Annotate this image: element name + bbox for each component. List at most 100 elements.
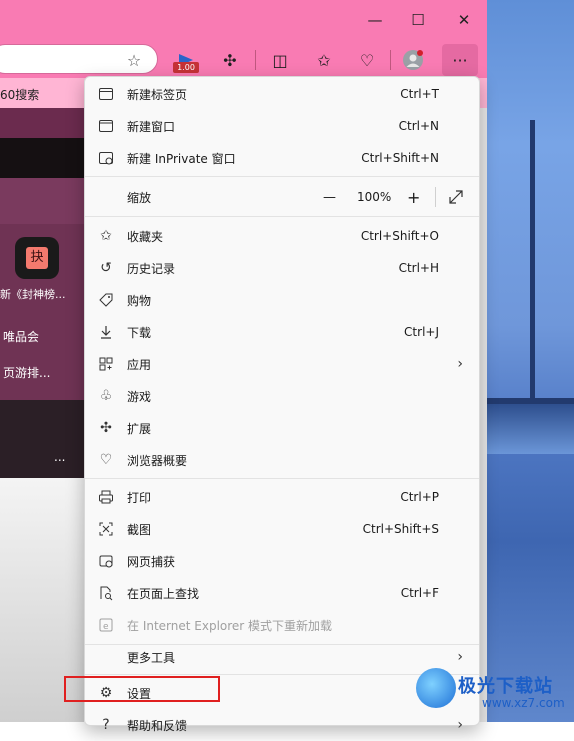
menu-item-label: 新建标签页 <box>127 87 188 102</box>
app-tile-glyph: 抉 <box>26 247 48 269</box>
new-window-icon <box>97 117 115 135</box>
extensions-icon: ✣ <box>100 420 112 436</box>
menu-item-label: 游戏 <box>127 389 152 404</box>
page-more-icon[interactable]: ... <box>54 450 65 464</box>
menu-item-print[interactable]: 打印 Ctrl+P <box>85 481 479 513</box>
menu-item-label: 网页捕获 <box>127 554 176 569</box>
menu-item-shortcut: Ctrl+Shift+O <box>360 229 439 243</box>
chevron-right-icon: › <box>457 717 463 733</box>
menu-item-label: 缩放 <box>127 190 152 205</box>
menu-divider <box>85 176 479 177</box>
menu-item-apps[interactable]: 应用 › <box>85 348 479 380</box>
favorites-icon[interactable]: ✩ <box>310 46 338 74</box>
screenshot-icon <box>97 520 115 538</box>
menu-item-label: 在 Internet Explorer 模式下重新加载 <box>127 618 333 633</box>
history-icon: ↺ <box>100 260 112 276</box>
app-tile-icon[interactable]: 抉 <box>15 237 59 279</box>
page-header <box>0 108 84 138</box>
internet-explorer-icon: e <box>97 616 115 634</box>
watermark-url: www.xz7.com <box>482 696 565 710</box>
menu-item-label: 购物 <box>127 293 152 308</box>
menu-item-shortcut: Ctrl+J <box>404 325 439 339</box>
split-screen-icon[interactable]: ◫ <box>266 46 294 74</box>
menu-item-games[interactable]: ♧ 游戏 <box>85 380 479 412</box>
page-link[interactable]: 页游排... <box>3 364 50 381</box>
menu-item-label: 扩展 <box>127 421 152 436</box>
extensions-icon[interactable]: ✣ <box>216 46 244 74</box>
favorite-star-icon[interactable]: ☆ <box>120 46 148 74</box>
heart-pulse-icon: ♡ <box>99 452 113 468</box>
close-icon[interactable]: ✕ <box>449 6 479 34</box>
settings-and-more-icon[interactable]: ··· <box>442 44 478 76</box>
favorites-icon: ✩ <box>100 228 112 244</box>
menu-item-label: 历史记录 <box>127 261 176 276</box>
menu-item-more-tools[interactable]: 更多工具 › <box>85 641 479 673</box>
menu-item-extensions[interactable]: ✣ 扩展 <box>85 412 479 444</box>
menu-item-shopping[interactable]: 购物 <box>85 284 479 316</box>
menu-item-ie-mode: e 在 Internet Explorer 模式下重新加载 <box>85 609 479 641</box>
menu-item-new-window[interactable]: 新建窗口 Ctrl+N <box>85 110 479 142</box>
web-capture-icon <box>97 552 115 570</box>
page-dark-section <box>0 400 84 478</box>
apps-grid-icon <box>97 355 115 373</box>
page-link[interactable]: 唯品会 <box>3 328 39 345</box>
maximize-icon[interactable]: ☐ <box>403 6 433 34</box>
bridge-tower <box>530 120 535 400</box>
favorites-bar-item[interactable]: 60搜索 <box>0 86 39 103</box>
menu-item-shortcut: Ctrl+H <box>398 261 439 275</box>
page-nav-strip <box>0 138 84 178</box>
menu-item-label: 收藏夹 <box>127 229 164 244</box>
menu-item-label: 应用 <box>127 357 152 372</box>
menu-item-label: 浏览器概要 <box>127 453 188 468</box>
watermark-logo-icon <box>416 668 456 708</box>
menu-item-shortcut: Ctrl+N <box>398 119 439 133</box>
download-icon <box>97 323 115 341</box>
fullscreen-icon[interactable] <box>447 188 465 206</box>
menu-item-label: 新建窗口 <box>127 119 176 134</box>
zoom-out-button[interactable]: — <box>323 190 336 205</box>
menu-item-label: 新建 InPrivate 窗口 <box>127 151 236 166</box>
shopping-tag-icon <box>97 291 115 309</box>
menu-item-label: 更多工具 <box>127 650 176 665</box>
profile-avatar-icon[interactable] <box>399 46 427 74</box>
menu-item-new-tab[interactable]: 新建标签页 Ctrl+T <box>85 78 479 110</box>
menu-item-find-on-page[interactable]: 在页面上查找 Ctrl+F <box>85 577 479 609</box>
menu-item-zoom: 缩放 — 100% + <box>85 181 479 213</box>
toolbar-separator <box>255 50 256 70</box>
zoom-level: 100% <box>357 190 392 204</box>
watermark-title: 极光下载站 <box>458 676 553 697</box>
menu-item-screenshot[interactable]: 截图 Ctrl+Shift+S <box>85 513 479 545</box>
menu-divider <box>85 216 479 217</box>
games-icon: ♧ <box>99 388 113 404</box>
zoom-separator <box>435 187 436 207</box>
menu-item-shortcut: Ctrl+Shift+N <box>361 151 439 165</box>
menu-item-new-inprivate[interactable]: 新建 InPrivate 窗口 Ctrl+Shift+N <box>85 142 479 174</box>
menu-item-label: 下载 <box>127 325 152 340</box>
menu-item-downloads[interactable]: 下载 Ctrl+J <box>85 316 479 348</box>
menu-item-web-capture[interactable]: 网页捕获 <box>85 545 479 577</box>
menu-item-browser-essentials[interactable]: ♡ 浏览器概要 <box>85 444 479 476</box>
inprivate-icon <box>97 149 115 167</box>
water-reflection <box>487 404 574 454</box>
settings-highlight-box <box>64 676 220 702</box>
menu-item-shortcut: Ctrl+T <box>400 87 439 101</box>
version-badge: 1.00 <box>173 62 199 73</box>
menu-item-label: 在页面上查找 <box>127 586 200 601</box>
new-tab-icon <box>97 85 115 103</box>
menu-item-label: 打印 <box>127 490 152 505</box>
printer-icon <box>97 488 115 506</box>
app-tile-caption[interactable]: 新《封神榜... <box>0 286 66 302</box>
chevron-right-icon: › <box>457 356 463 372</box>
menu-item-favorites[interactable]: ✩ 收藏夹 Ctrl+Shift+O <box>85 220 479 252</box>
menu-item-history[interactable]: ↺ 历史记录 Ctrl+H <box>85 252 479 284</box>
minimize-icon[interactable]: — <box>360 6 390 34</box>
chevron-right-icon: › <box>457 649 463 665</box>
menu-item-shortcut: Ctrl+Shift+S <box>362 522 439 536</box>
menu-item-shortcut: Ctrl+P <box>400 490 439 504</box>
menu-item-label: 帮助和反馈 <box>127 718 188 733</box>
help-icon: ? <box>102 717 110 733</box>
browser-essentials-icon[interactable]: ♡ <box>353 46 381 74</box>
zoom-in-button[interactable]: + <box>407 188 420 207</box>
menu-item-help[interactable]: ? 帮助和反馈 › <box>85 709 479 741</box>
menu-item-label: 截图 <box>127 522 152 537</box>
